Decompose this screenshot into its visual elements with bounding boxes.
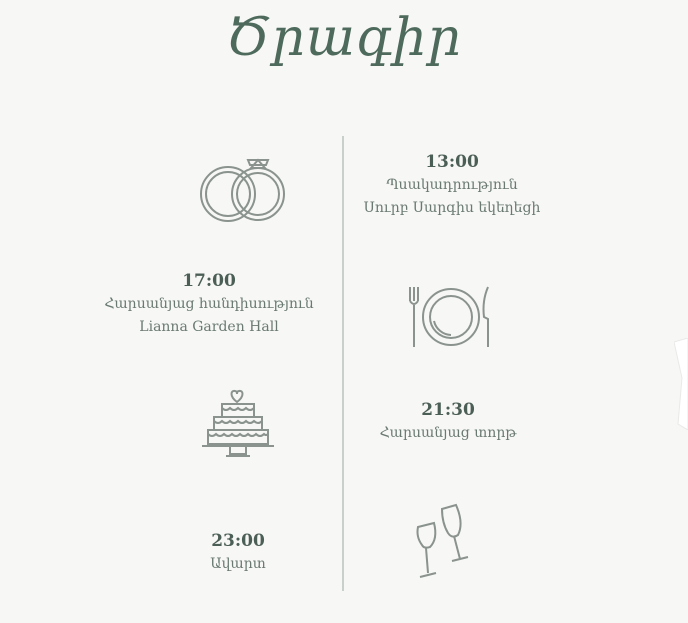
event-title: Հարսանյաց տորթ: [379, 425, 517, 441]
event-venue: Lianna Garden Hall: [139, 319, 279, 335]
event-venue: Սուրբ Սարգիս եկեղեցի: [363, 200, 541, 216]
event-ceremony: 13:00 Պսակադրություն Սուրբ Սարգիս եկեղեց…: [352, 150, 552, 220]
event-time: 23:00: [211, 531, 265, 551]
wedding-rings-icon: [196, 156, 288, 228]
event-time: 17:00: [182, 271, 236, 291]
event-title: Պսակադրություն: [386, 177, 518, 193]
event-time: 21:30: [421, 400, 475, 420]
page-title: Ծրագիր: [226, 8, 462, 68]
event-end: 23:00 Ավարտ: [168, 529, 308, 576]
decorative-leaf-shape: [673, 337, 688, 434]
event-reception: 17:00 Հարսանյաց հանդիսություն Lianna Gar…: [94, 269, 324, 339]
event-time: 13:00: [425, 152, 479, 172]
dinner-plate-icon: [404, 283, 496, 351]
timeline-divider: [342, 136, 344, 591]
event-title: Ավարտ: [210, 556, 266, 572]
event-cake: 21:30 Հարսանյաց տորթ: [358, 398, 538, 445]
champagne-glasses-icon: [414, 503, 474, 581]
event-title: Հարսանյաց հանդիսություն: [104, 296, 314, 312]
wedding-cake-icon: [200, 388, 276, 462]
